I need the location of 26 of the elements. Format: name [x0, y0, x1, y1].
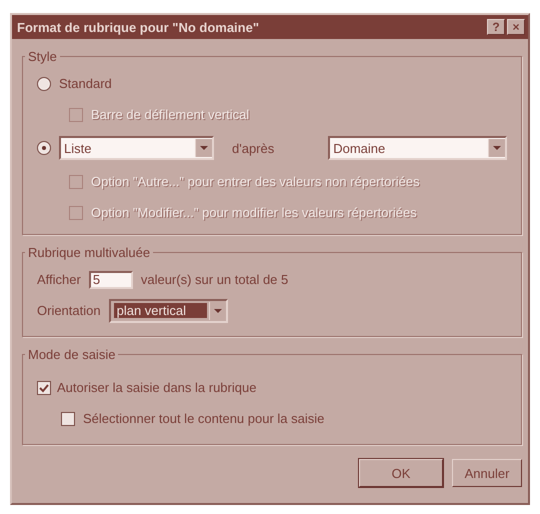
checkbox-label: Autoriser la saisie dans la rubrique	[57, 380, 256, 395]
ok-button[interactable]: OK	[359, 459, 443, 487]
window-title: Format de rubrique pour "No domaine"	[17, 20, 260, 34]
orientation-dropdown[interactable]: plan vertical	[108, 298, 228, 322]
checkbox-label: Option "Autre..." pour entrer des valeurs non répertoriées	[91, 174, 420, 189]
checkbox[interactable]	[37, 380, 51, 394]
field-label: Afficher	[37, 272, 81, 287]
group-title: Mode de saisie	[27, 347, 116, 362]
radio-button[interactable]	[37, 141, 51, 155]
checkbox[interactable]	[61, 412, 75, 426]
value-count-field[interactable]: 5	[88, 270, 133, 288]
field-label: d'après	[232, 140, 274, 156]
group-title: Rubrique multivaluée	[27, 245, 152, 260]
field-label: Orientation	[37, 303, 101, 318]
field-suffix: valeur(s) sur un total de 5	[140, 272, 288, 287]
close-button[interactable]: ×	[507, 19, 525, 35]
radio-label: Standard	[59, 76, 112, 91]
group-title: Style	[27, 49, 58, 64]
value-list-dropdown[interactable]: Domaine	[328, 136, 508, 160]
list-type-dropdown[interactable]: Liste	[59, 136, 214, 160]
checkbox-label: Sélectionner tout le contenu pour la saisie	[83, 411, 324, 426]
checkbox-label: Barre de défilement vertical	[91, 107, 250, 122]
cancel-button[interactable]: Annuler	[452, 459, 522, 487]
help-button[interactable]: ?	[487, 19, 505, 35]
checkbox-label: Option "Modifier..." pour modifier les valeurs répertoriées	[91, 205, 417, 220]
radio-button[interactable]	[37, 76, 51, 90]
